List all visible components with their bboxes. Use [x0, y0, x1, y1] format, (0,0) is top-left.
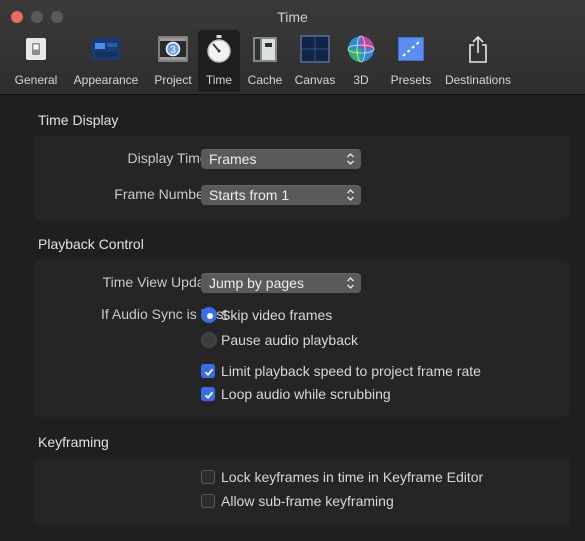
playback-control-heading: Playback Control	[38, 236, 144, 252]
skip-video-frames-radio[interactable]	[201, 307, 217, 323]
keyframing-heading: Keyframing	[38, 434, 109, 450]
display-time-as-value: Frames	[209, 151, 257, 167]
tab-appearance[interactable]: Appearance	[64, 30, 148, 92]
limit-playback-speed-checkbox[interactable]	[201, 364, 215, 378]
pause-audio-playback-label: Pause audio playback	[221, 332, 358, 348]
svg-text:3: 3	[170, 45, 176, 56]
share-icon	[469, 35, 487, 63]
checkmark-icon	[204, 368, 214, 377]
loop-audio-checkbox[interactable]	[201, 387, 215, 401]
tab-destinations-label: Destinations	[444, 73, 512, 87]
preferences-window: Time General Appearance 3 Project Time C…	[0, 0, 585, 541]
tab-canvas-label: Canvas	[294, 73, 336, 87]
limit-playback-speed-label: Limit playback speed to project frame ra…	[221, 363, 481, 379]
stopwatch-icon	[207, 35, 231, 63]
title-bar: Time General Appearance 3 Project Time C…	[0, 0, 585, 95]
tab-presets-label: Presets	[390, 73, 432, 87]
tab-time-label: Time	[205, 73, 233, 87]
tab-appearance-label: Appearance	[73, 73, 139, 87]
frame-numbering-value: Starts from 1	[209, 187, 290, 203]
project-icon: 3	[158, 36, 188, 62]
tab-cache[interactable]: Cache	[242, 30, 288, 92]
checkmark-icon	[204, 391, 214, 400]
loop-audio-label: Loop audio while scrubbing	[221, 386, 391, 402]
lock-keyframes-label: Lock keyframes in time in Keyframe Edito…	[221, 469, 484, 485]
lock-keyframes-checkbox[interactable]	[201, 470, 215, 484]
tab-canvas[interactable]: Canvas	[290, 30, 340, 92]
presets-icon	[398, 37, 424, 61]
up-down-chevron-icon	[347, 277, 354, 289]
display-time-as-popup[interactable]: Frames	[201, 149, 361, 169]
keyframing-group: Lock keyframes in time in Keyframe Edito…	[34, 457, 570, 527]
time-view-updating-popup[interactable]: Jump by pages	[201, 273, 361, 293]
up-down-chevron-icon	[347, 189, 354, 201]
frame-numbering-popup[interactable]: Starts from 1	[201, 185, 361, 205]
tab-3d-label: 3D	[353, 73, 369, 87]
playback-control-group: Time View Updating: Jump by pages If Aud…	[34, 260, 570, 417]
tab-time[interactable]: Time	[198, 30, 240, 92]
tab-project[interactable]: 3 Project	[148, 30, 198, 92]
cache-icon	[253, 37, 277, 62]
tab-general[interactable]: General	[8, 30, 64, 92]
time-view-updating-value: Jump by pages	[209, 275, 304, 291]
general-switch-icon	[26, 38, 46, 60]
tab-general-label: General	[14, 73, 58, 87]
tab-cache-label: Cache	[247, 73, 283, 87]
subframe-keyframing-label: Allow sub-frame keyframing	[221, 493, 394, 509]
time-display-heading: Time Display	[38, 112, 119, 128]
tab-destinations[interactable]: Destinations	[438, 30, 518, 92]
3d-sphere-icon	[347, 35, 375, 63]
skip-video-frames-label: Skip video frames	[221, 307, 333, 323]
up-down-chevron-icon	[347, 153, 354, 165]
tab-presets[interactable]: Presets	[384, 30, 438, 92]
window-title: Time	[277, 9, 308, 25]
time-display-group: Display Time As: Frames Frame Numbering:…	[34, 136, 570, 220]
appearance-icon	[92, 38, 120, 60]
tab-project-label: Project	[154, 73, 192, 87]
subframe-keyframing-checkbox[interactable]	[201, 494, 215, 508]
pause-audio-playback-radio[interactable]	[201, 332, 217, 348]
canvas-icon	[300, 35, 330, 63]
tab-3d[interactable]: 3D	[342, 30, 380, 92]
